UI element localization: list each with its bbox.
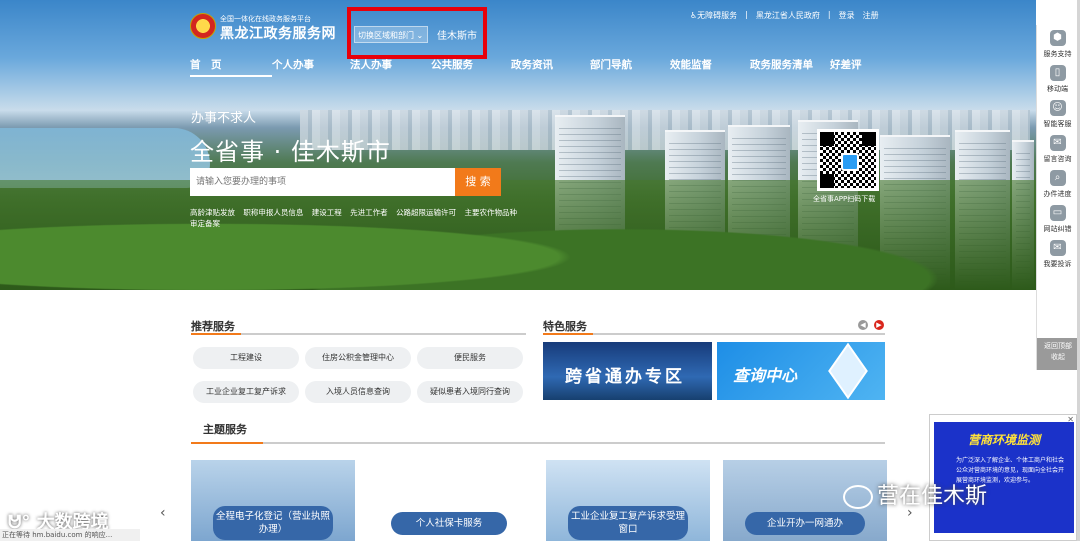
app-qr-code xyxy=(817,129,879,191)
service-pill[interactable]: 工程建设 xyxy=(193,347,299,369)
ad-title: 营商环境监测 xyxy=(967,433,1040,447)
sidebar-item-support[interactable]: ⬢ 服务支持 xyxy=(1037,25,1078,60)
qr-label: 全省事APP扫码下载 xyxy=(813,195,876,203)
nav-departments[interactable]: 部门导航 xyxy=(590,57,670,77)
sidebar-item-label: 移动端 xyxy=(1047,85,1068,93)
banner-label: 查询中心 xyxy=(733,366,798,385)
hot-words: 高龄津贴发放 职称申报人员信息 建设工程 先进工作者 公路超限运输许可 主要农作… xyxy=(190,207,520,229)
nav-service-list[interactable]: 政务服务清单 xyxy=(750,57,830,77)
top-links: ♿无障碍服务 | 黑龙江省人民政府 | 登录 注册 xyxy=(690,10,879,21)
region-switch-label: 切换区域和部门 xyxy=(358,31,414,40)
national-emblem-icon xyxy=(190,13,216,39)
theme-card[interactable]: 全程电子化登记（营业执照办理） xyxy=(191,460,355,541)
chevron-down-icon: ⌄ xyxy=(416,31,424,40)
nav-news[interactable]: 政务资讯 xyxy=(511,57,590,77)
nav-corporate[interactable]: 法人办事 xyxy=(350,57,431,77)
site-header: 全国一体化在线政务服务平台 黑龙江政务服务网 切换区域和部门 ⌄ 佳木斯市 ♿无… xyxy=(0,0,1036,78)
mobile-icon: ▯ xyxy=(1049,65,1066,81)
back-to-top-button[interactable]: 返回顶部 收起 xyxy=(1037,338,1079,370)
hot-word-link[interactable]: 高龄津贴发放 xyxy=(190,208,235,217)
nav-home[interactable]: 首 页 xyxy=(190,57,272,77)
sidebar-item-complaint[interactable]: ✉ 我要投诉 xyxy=(1037,235,1078,270)
service-pill[interactable]: 入境人员信息查询 xyxy=(305,381,411,403)
query-center-banner[interactable]: 查询中心 xyxy=(717,342,885,400)
carousel-prev-icon[interactable]: ‹ xyxy=(160,505,166,521)
sidebar-item-progress[interactable]: ⌕ 办件进度 xyxy=(1037,165,1078,200)
hot-word-link[interactable]: 公路超限运输许可 xyxy=(396,208,456,217)
cross-province-banner[interactable]: 跨省通办专区 xyxy=(543,342,712,400)
sidebar-item-mobile[interactable]: ▯ 移动端 xyxy=(1037,60,1078,95)
theme-card-label: 全程电子化登记（营业执照办理） xyxy=(213,506,333,540)
service-pill[interactable]: 工业企业复工复产诉求 xyxy=(193,381,299,403)
support-icon: ⬢ xyxy=(1049,30,1066,46)
nav-personal[interactable]: 个人办事 xyxy=(272,57,350,77)
search-input[interactable] xyxy=(190,168,455,196)
recommended-title: 推荐服务 xyxy=(191,320,235,333)
message-icon: ✉ xyxy=(1049,135,1066,151)
side-toolbar: ⬢ 服务支持 ▯ 移动端 ☺ 智能客服 ✉ 留言咨询 ⌕ 办件进度 ▭ 网站纠错… xyxy=(1036,25,1079,370)
site-title[interactable]: 黑龙江政务服务网 xyxy=(220,23,336,43)
sidebar-item-label: 智能客服 xyxy=(1043,120,1072,128)
divider-accent xyxy=(191,333,241,335)
sidebar-item-label: 留言咨询 xyxy=(1043,155,1072,163)
themes-title: 主题服务 xyxy=(203,423,247,436)
sidebar-item-label: 网站纠错 xyxy=(1043,225,1072,233)
trees xyxy=(0,180,1036,290)
wechat-icon xyxy=(843,485,873,509)
service-pill[interactable]: 住房公积金管理中心 xyxy=(305,347,411,369)
back-to-top-label: 返回顶部 xyxy=(1044,342,1072,350)
divider-accent xyxy=(543,333,593,335)
arrow-left-icon[interactable]: ◀ xyxy=(858,320,868,330)
sidebar-item-chatbot[interactable]: ☺ 智能客服 xyxy=(1037,95,1078,130)
province-gov-link[interactable]: 黑龙江省人民政府 xyxy=(756,10,820,21)
nav-supervision[interactable]: 效能监督 xyxy=(670,57,750,77)
service-pill[interactable]: 便民服务 xyxy=(417,347,523,369)
river xyxy=(0,128,210,188)
nav-rating[interactable]: 好差评 xyxy=(830,57,870,77)
hero-slogan-large: 全省事 · 佳木斯市 xyxy=(190,138,391,166)
divider xyxy=(191,442,885,444)
banner-label: 跨省通办专区 xyxy=(565,367,685,387)
cube-icon xyxy=(828,342,868,400)
hot-word-link[interactable]: 职称申报人员信息 xyxy=(243,208,303,217)
qr-code-icon xyxy=(820,132,876,188)
theme-card[interactable]: 个人社保卡服务 xyxy=(369,460,533,541)
featured-title: 特色服务 xyxy=(543,320,587,333)
login-link[interactable]: 登录 xyxy=(839,10,855,21)
sidebar-item-label: 我要投诉 xyxy=(1043,260,1072,268)
hero-slogan-small: 办事不求人 xyxy=(191,111,257,126)
collapse-label: 收起 xyxy=(1051,353,1065,361)
featured-arrows: ◀ ▶ xyxy=(858,320,884,330)
register-link[interactable]: 注册 xyxy=(863,10,879,21)
progress-icon: ⌕ xyxy=(1049,170,1066,186)
hot-word-link[interactable]: 建设工程 xyxy=(312,208,342,217)
monitor-icon: ▭ xyxy=(1049,205,1066,221)
divider xyxy=(543,333,885,335)
theme-card-label: 工业企业复工复产诉求受理窗口 xyxy=(568,506,688,540)
sidebar-item-label: 办件进度 xyxy=(1043,190,1072,198)
accessibility-link[interactable]: ♿无障碍服务 xyxy=(690,10,737,21)
mail-icon: ✉ xyxy=(1049,240,1066,256)
search-button[interactable]: 搜 索 xyxy=(455,168,501,196)
sidebar-item-label: 服务支持 xyxy=(1043,50,1072,58)
theme-card-label: 企业开办一网通办 xyxy=(745,512,865,535)
browser-status-bar: 正在等待 hm.baidu.com 的响应... xyxy=(0,529,140,541)
nav-public-service[interactable]: 公共服务 xyxy=(431,57,511,77)
divider: | xyxy=(827,10,831,19)
theme-card[interactable]: 工业企业复工复产诉求受理窗口 xyxy=(546,460,710,541)
region-switch-dropdown[interactable]: 切换区域和部门 ⌄ xyxy=(354,26,428,43)
sidebar-item-correction[interactable]: ▭ 网站纠错 xyxy=(1037,200,1078,235)
main-nav: 首 页 个人办事 法人办事 公共服务 政务资讯 部门导航 效能监督 政务服务清单… xyxy=(190,57,870,77)
hot-word-link[interactable]: 先进工作者 xyxy=(350,208,388,217)
divider-accent xyxy=(191,442,263,444)
theme-card-label: 个人社保卡服务 xyxy=(391,512,507,535)
service-pill[interactable]: 疑似患者入境同行查询 xyxy=(417,381,523,403)
robot-icon: ☺ xyxy=(1049,100,1066,116)
watermark-right: 营在佳木斯 xyxy=(843,478,987,510)
sidebar-item-consult[interactable]: ✉ 留言咨询 xyxy=(1037,130,1078,165)
current-region: 佳木斯市 xyxy=(437,31,477,42)
divider: | xyxy=(745,10,748,19)
arrow-right-icon[interactable]: ▶ xyxy=(874,320,884,330)
divider xyxy=(191,333,526,335)
